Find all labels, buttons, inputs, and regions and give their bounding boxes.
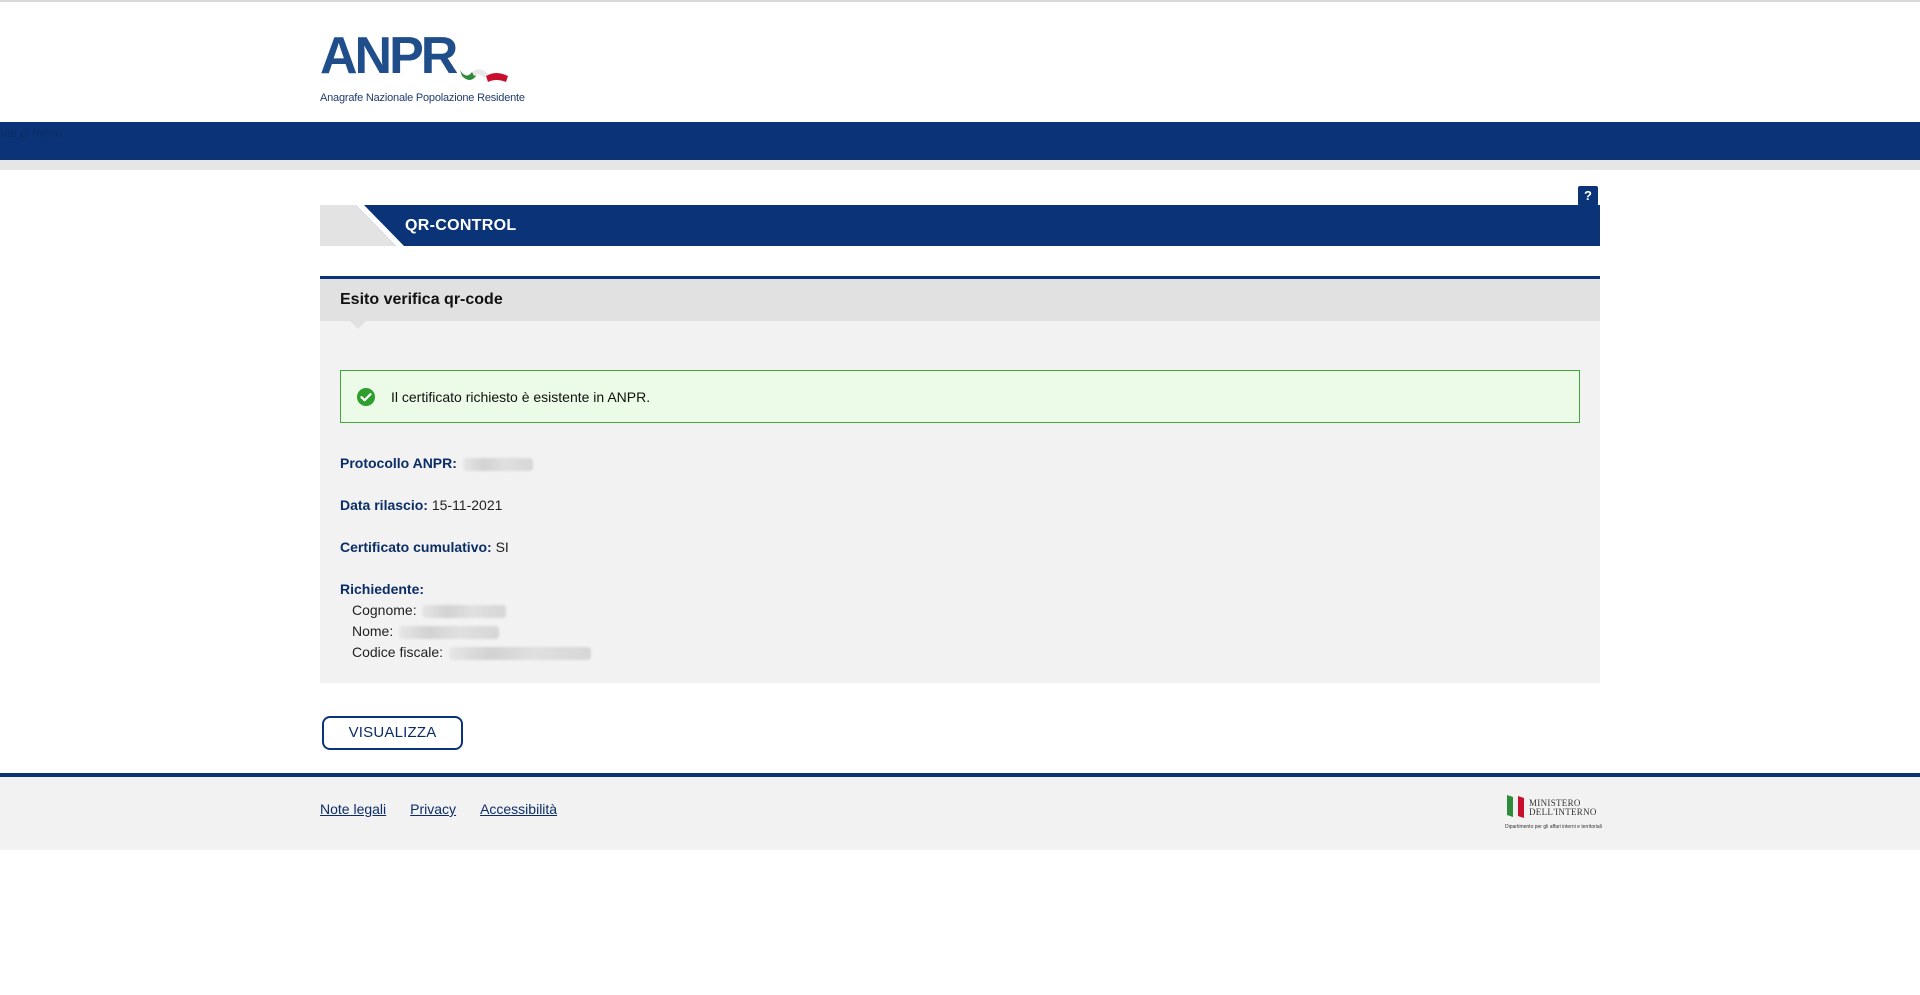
visualizza-button[interactable]: VISUALIZZA [322, 716, 463, 750]
richiedente-field: Richiedente: [340, 581, 424, 597]
page-title-bar: QR-CONTROL [320, 205, 1600, 246]
skip-to-menu-link[interactable]: Vai al menu [0, 126, 62, 140]
question-icon: ? [1584, 188, 1592, 203]
cumulativo-label: Certificato cumulativo: [340, 539, 492, 555]
panel-header-notch [350, 321, 366, 329]
site-header: ANPR Anagrafe Nazionale Popolazione Resi… [0, 2, 1920, 122]
check-circle-icon [357, 387, 375, 406]
note-legali-link[interactable]: Note legali [320, 801, 386, 817]
codice-fiscale-label: Codice fiscale: [352, 644, 444, 660]
protocollo-label: Protocollo ANPR: [340, 455, 457, 471]
success-alert: Il certificato richiesto è esistente in … [340, 370, 1580, 423]
result-panel: Esito verifica qr-code Il certificato ri… [320, 276, 1600, 683]
codice-fiscale-field: Codice fiscale: [352, 644, 591, 660]
panel-header: Esito verifica qr-code [320, 279, 1600, 329]
ministero-name: MINISTERO DELL'INTERNO [1529, 798, 1597, 817]
logo-text: ANPR [320, 27, 458, 85]
ministero-subtitle: Dipartimento per gli affari interni e te… [1505, 824, 1602, 830]
accessibilita-link[interactable]: Accessibilità [480, 801, 557, 817]
codice-fiscale-value-redacted [448, 646, 591, 660]
logo-flag-icon [460, 69, 508, 82]
cognome-value-redacted [422, 604, 507, 618]
anpr-logo[interactable]: ANPR Anagrafe Nazionale Popolazione Resi… [320, 30, 560, 110]
logo-subtitle: Anagrafe Nazionale Popolazione Residente [320, 92, 525, 104]
nav-band-shadow [0, 160, 1920, 170]
cumulativo-value: SI [495, 539, 509, 555]
cognome-field: Cognome: [352, 602, 507, 618]
data-rilascio-field: Data rilascio: 15-11-2021 [340, 497, 502, 513]
nome-field: Nome: [352, 623, 500, 639]
nav-band: Vai al menu [0, 122, 1920, 160]
cognome-label: Cognome: [352, 602, 417, 618]
italian-flag-icon [1507, 795, 1524, 818]
privacy-link[interactable]: Privacy [410, 801, 456, 817]
nome-value-redacted [399, 625, 500, 639]
protocollo-value-redacted [462, 457, 533, 471]
ministero-logo[interactable]: MINISTERO DELL'INTERNO Dipartimento per … [1505, 793, 1602, 833]
nome-label: Nome: [352, 623, 394, 639]
page-title: QR-CONTROL [405, 217, 517, 234]
help-button[interactable]: ? [1578, 186, 1598, 206]
footer-links: Note legali Privacy Accessibilità [320, 801, 557, 817]
protocollo-field: Protocollo ANPR: [340, 455, 533, 471]
cumulativo-field: Certificato cumulativo: SI [340, 539, 509, 555]
panel-title: Esito verifica qr-code [340, 291, 503, 308]
richiedente-label: Richiedente: [340, 581, 425, 597]
alert-message: Il certificato richiesto è esistente in … [391, 388, 651, 405]
data-rilascio-value: 15-11-2021 [431, 497, 503, 513]
site-footer: Note legali Privacy Accessibilità MINIST… [0, 773, 1920, 850]
data-rilascio-label: Data rilascio: [340, 497, 428, 513]
